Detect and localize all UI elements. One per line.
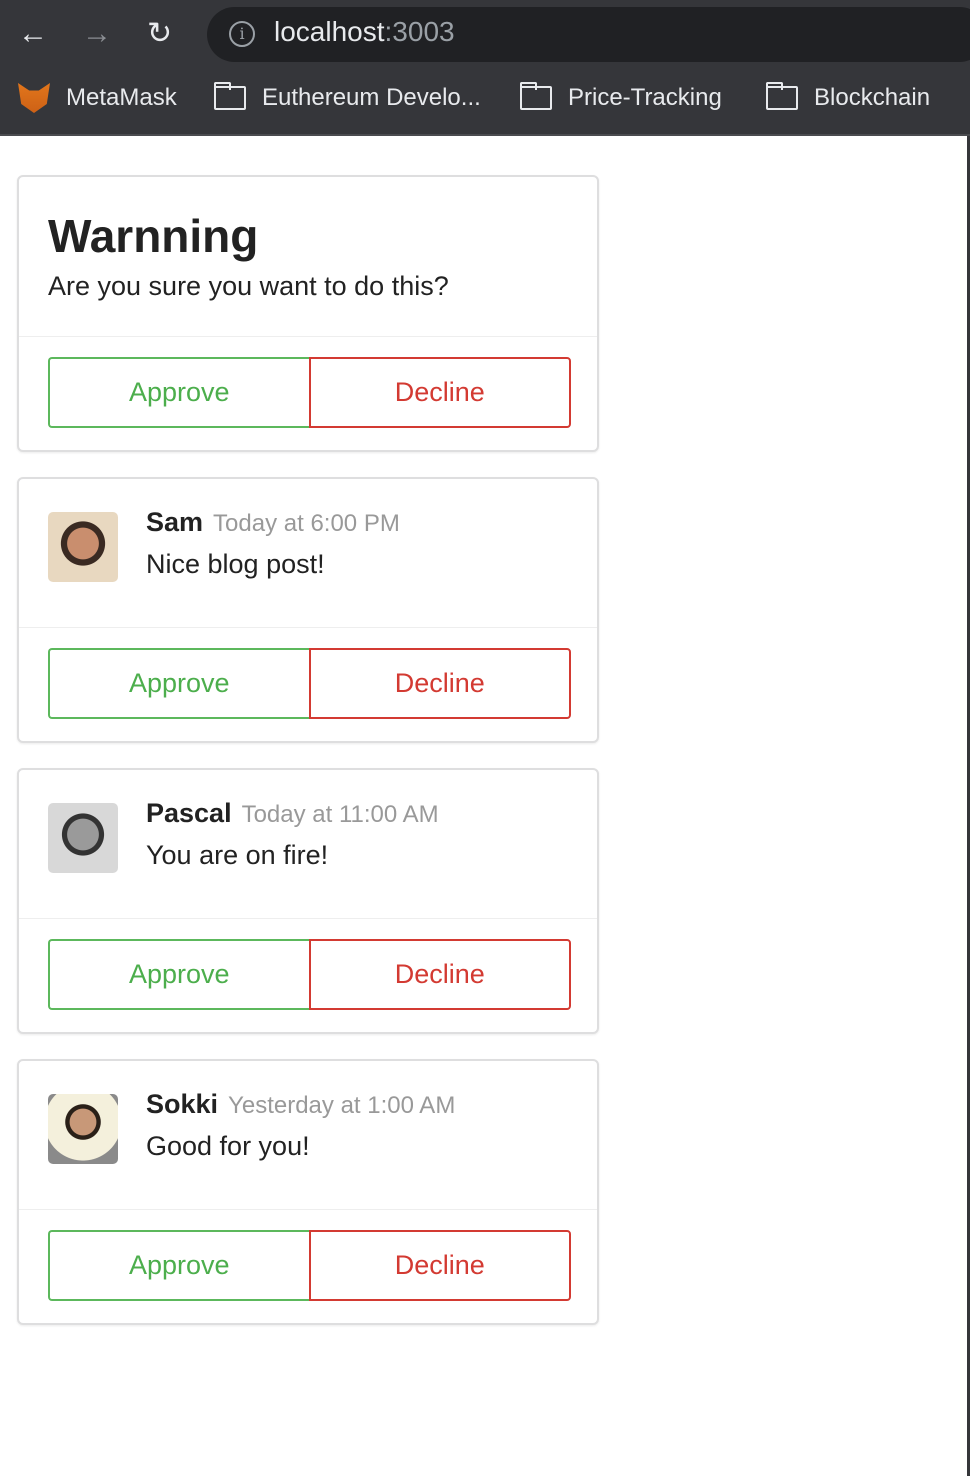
bookmark-label: Euthereum Develo... — [262, 84, 481, 111]
bookmark-blockchain[interactable]: Blockchain — [766, 80, 930, 116]
avatar — [48, 512, 118, 582]
decline-button[interactable]: Decline — [308, 648, 571, 719]
info-icon[interactable]: i — [229, 21, 255, 47]
approve-button[interactable]: Approve — [48, 357, 309, 428]
decline-button[interactable]: Decline — [308, 357, 571, 428]
decline-button[interactable]: Decline — [308, 1230, 571, 1301]
approve-button[interactable]: Approve — [48, 1230, 309, 1301]
url-text: localhost:3003 — [274, 16, 455, 47]
reload-icon[interactable]: ↻ — [147, 14, 172, 54]
bookmark-label: Blockchain — [814, 84, 931, 111]
comment-time: Today at 6:00 PM — [213, 510, 400, 537]
comment-card: Sam Today at 6:00 PM Nice blog post! Appr… — [17, 477, 599, 743]
decline-button[interactable]: Decline — [308, 939, 571, 1010]
bookmark-price-tracking[interactable]: Price-Tracking — [520, 80, 722, 116]
bookmark-metamask[interactable]: MetaMask — [18, 80, 177, 116]
address-bar[interactable]: i localhost:3003 — [207, 7, 970, 62]
comment-author: Sokki Yesterday at 1:00 AM — [146, 1089, 456, 1119]
approve-button[interactable]: Approve — [48, 648, 309, 719]
metamask-fox-icon — [18, 83, 50, 113]
folder-icon — [520, 82, 552, 110]
folder-icon — [214, 82, 246, 110]
warning-message: Are you sure you want to do this? — [48, 271, 449, 301]
comment-author: Pascal Today at 11:00 AM — [146, 798, 439, 828]
comment-card: Pascal Today at 11:00 AM You are on fire!… — [17, 768, 599, 1034]
comment-time: Today at 11:00 AM — [241, 801, 439, 828]
warning-title: Warnning — [48, 210, 259, 262]
approve-button[interactable]: Approve — [48, 939, 309, 1010]
comment-card: Sokki Yesterday at 1:00 AM Good for you! … — [17, 1059, 599, 1325]
folder-icon — [766, 82, 798, 110]
comment-text: Nice blog post! — [146, 549, 325, 579]
avatar — [48, 803, 118, 873]
comment-time: Yesterday at 1:00 AM — [228, 1092, 456, 1119]
comment-text: You are on fire! — [146, 840, 329, 870]
comment-text: Good for you! — [146, 1131, 310, 1161]
bookmark-label: MetaMask — [66, 84, 177, 111]
browser-chrome: ← → ↻ i localhost:3003 MetaMask Euthereu… — [0, 0, 970, 136]
avatar — [48, 1094, 118, 1164]
back-icon[interactable]: ← — [18, 14, 48, 54]
bookmark-ethereum[interactable]: Euthereum Develo... — [214, 80, 481, 116]
bookmark-label: Price-Tracking — [568, 84, 722, 111]
forward-icon[interactable]: → — [82, 14, 112, 54]
warning-card: Warnning Are you sure you want to do thi… — [17, 175, 599, 452]
comment-author: Sam Today at 6:00 PM — [146, 507, 400, 537]
